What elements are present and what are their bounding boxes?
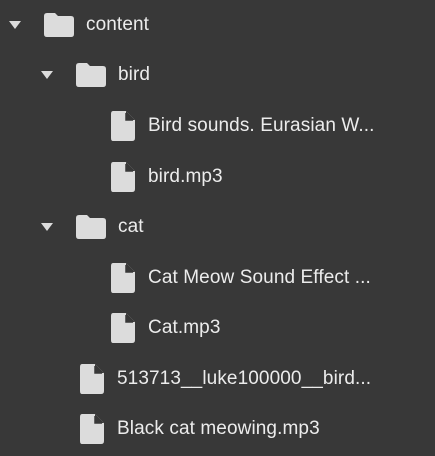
tree-item-label: Cat Meow Sound Effect ...	[148, 267, 371, 288]
tree-item-label: Black cat meowing.mp3	[117, 418, 320, 439]
tree-item-label: cat	[118, 216, 144, 237]
tree-item-label: Bird sounds. Eurasian W...	[148, 115, 375, 136]
tree-item-file[interactable]: Bird sounds. Eurasian W...	[0, 101, 435, 151]
expand-caret-icon[interactable]	[8, 18, 22, 32]
file-tree: content bird Bird sounds. Eurasian W... …	[0, 0, 435, 456]
expand-caret-icon[interactable]	[40, 68, 54, 82]
folder-icon	[43, 12, 75, 38]
tree-item-label: bird	[118, 64, 151, 85]
tree-item-cat-folder[interactable]: cat	[0, 202, 435, 252]
tree-item-file[interactable]: bird.mp3	[0, 152, 435, 202]
tree-item-label: bird.mp3	[148, 166, 223, 187]
folder-icon	[75, 62, 107, 88]
file-icon	[110, 110, 136, 142]
expand-caret-icon[interactable]	[40, 220, 54, 234]
tree-item-file[interactable]: Cat Meow Sound Effect ...	[0, 253, 435, 303]
tree-item-label: Cat.mp3	[148, 317, 221, 338]
tree-item-label: 513713__luke100000__bird...	[117, 368, 372, 389]
file-icon	[79, 363, 105, 395]
file-icon	[110, 262, 136, 294]
file-icon	[110, 161, 136, 193]
tree-item-file[interactable]: 513713__luke100000__bird...	[0, 354, 435, 404]
file-icon	[110, 312, 136, 344]
tree-item-content-folder[interactable]: content	[0, 0, 435, 50]
folder-icon	[75, 214, 107, 240]
file-icon	[79, 413, 105, 445]
tree-item-file[interactable]: Black cat meowing.mp3	[0, 404, 435, 454]
tree-item-bird-folder[interactable]: bird	[0, 50, 435, 100]
tree-item-label: content	[86, 14, 150, 35]
tree-item-file[interactable]: Cat.mp3	[0, 303, 435, 353]
